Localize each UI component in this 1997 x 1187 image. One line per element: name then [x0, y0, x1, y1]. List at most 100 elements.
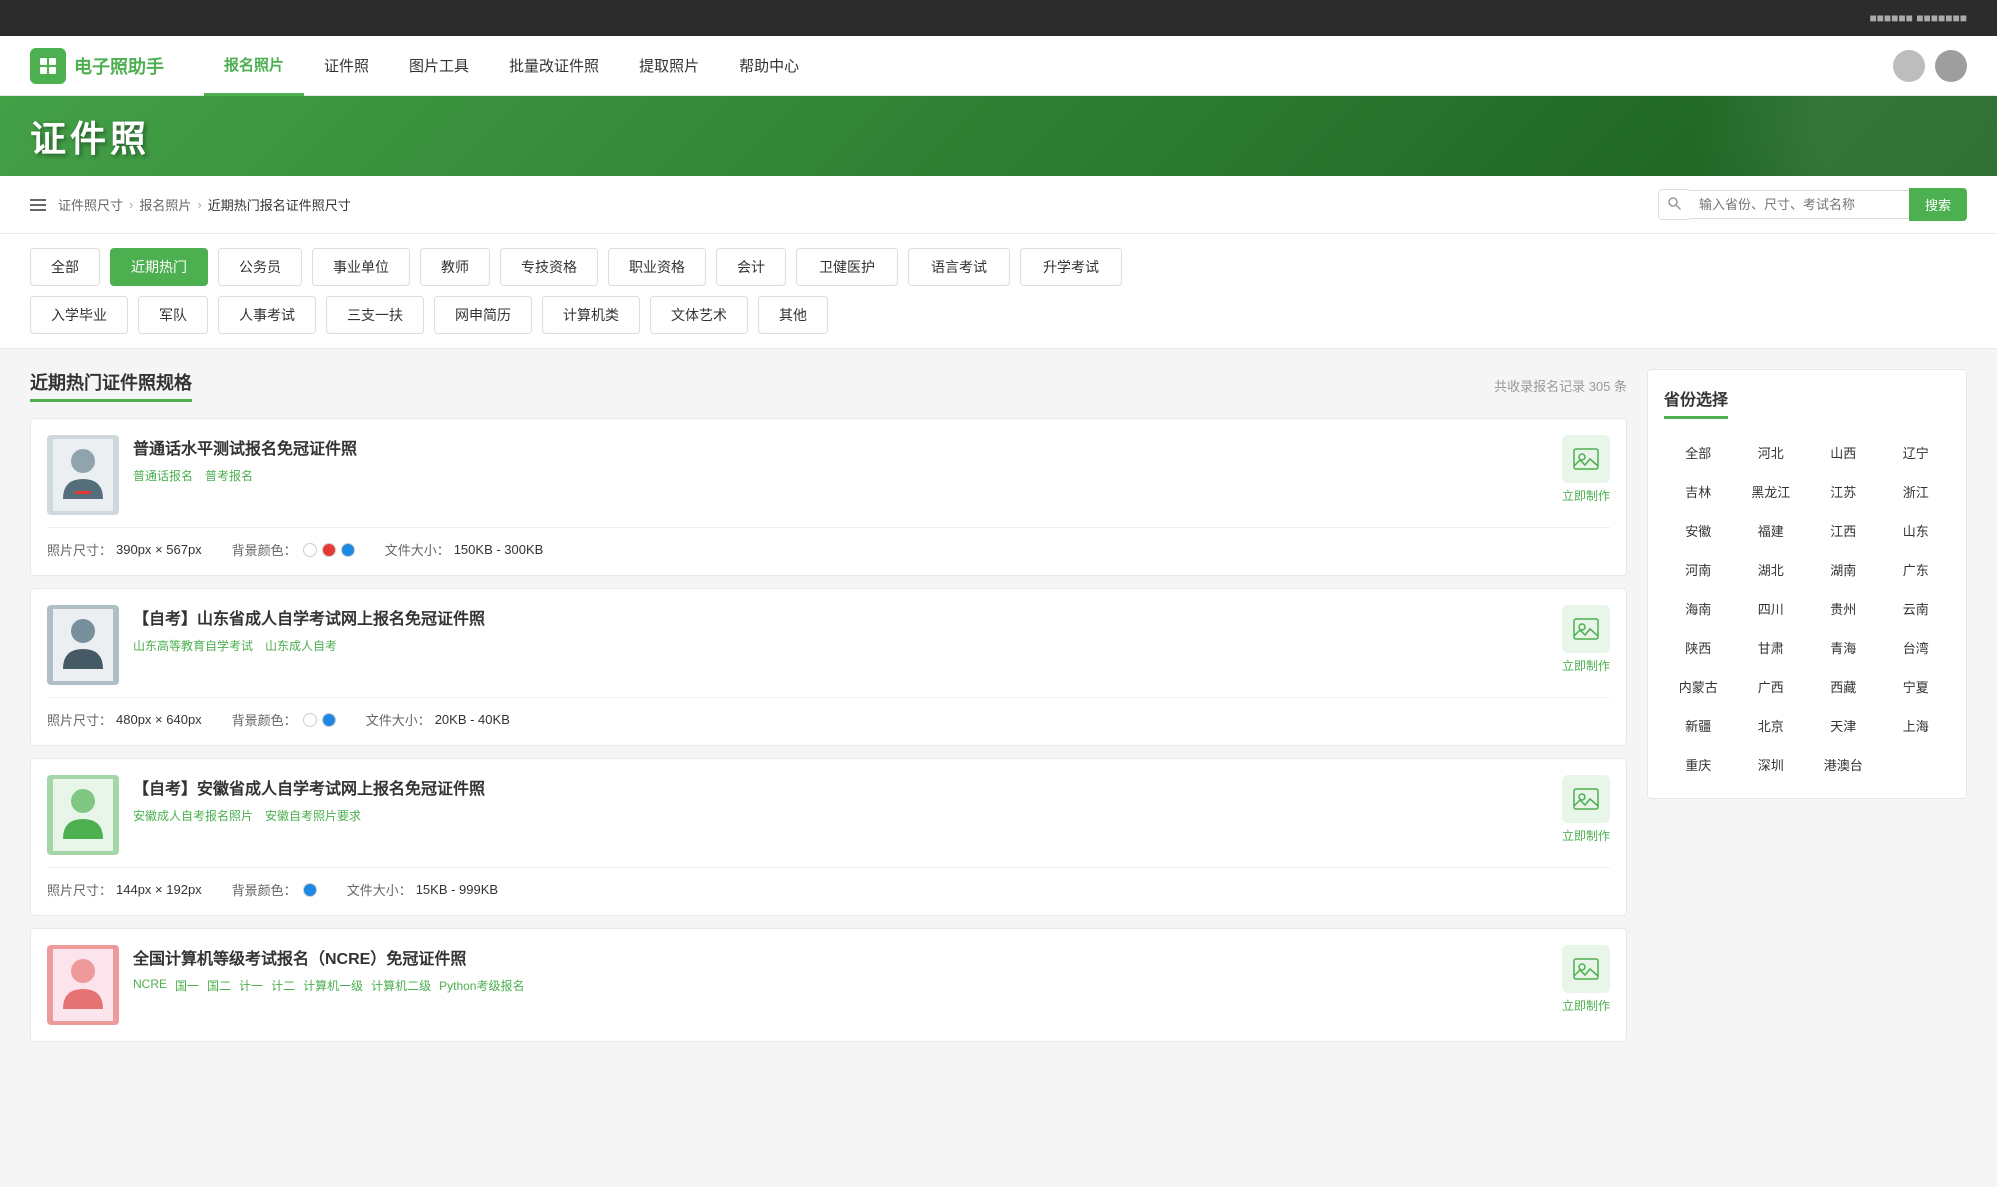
nav-item-zhengjianzhaopian[interactable]: 证件照 [304, 36, 389, 96]
province-grid: 全部 河北 山西 辽宁 吉林 黑龙江 江苏 浙江 安徽 福建 江西 山东 河南 … [1664, 435, 1950, 782]
cat-btn-arts[interactable]: 文体艺术 [650, 296, 748, 334]
province-heilongjiang[interactable]: 黑龙江 [1737, 474, 1806, 509]
province-anhui[interactable]: 安徽 [1664, 513, 1733, 548]
province-chongqing[interactable]: 重庆 [1664, 747, 1733, 782]
card-tag-4-5[interactable]: 计算机一级 [303, 977, 363, 994]
cat-btn-civil[interactable]: 公务员 [218, 248, 302, 286]
cat-btn-sanzhi[interactable]: 三支一扶 [326, 296, 424, 334]
province-qinghai[interactable]: 青海 [1809, 630, 1878, 665]
province-guangdong[interactable]: 广东 [1882, 552, 1951, 587]
card-action-4[interactable]: 立即制作 [1562, 945, 1610, 1014]
nav-item-piliang[interactable]: 批量改证件照 [489, 36, 619, 96]
cat-btn-promotion[interactable]: 升学考试 [1020, 248, 1122, 286]
cat-btn-all[interactable]: 全部 [30, 248, 100, 286]
card-top-4: 全国计算机等级考试报名（NCRE）免冠证件照 NCRE 国一 国二 计一 计二 … [47, 945, 1610, 1025]
cat-btn-enrollment[interactable]: 入学毕业 [30, 296, 128, 334]
make-btn-icon-2 [1562, 605, 1610, 653]
card-tag-4-6[interactable]: 计算机二级 [371, 977, 431, 994]
card-title-4[interactable]: 全国计算机等级考试报名（NCRE）免冠证件照 [133, 945, 1548, 969]
thumb-person-3 [53, 779, 113, 851]
province-xinjiang[interactable]: 新疆 [1664, 708, 1733, 743]
main-header: 电子照助手 报名照片 证件照 图片工具 批量改证件照 提取照片 帮助中心 [0, 36, 1997, 96]
cat-btn-teacher[interactable]: 教师 [420, 248, 490, 286]
card-tag-1-0[interactable]: 普通话报名 [133, 467, 193, 484]
province-beijing[interactable]: 北京 [1737, 708, 1806, 743]
nav-item-tupianGongju[interactable]: 图片工具 [389, 36, 489, 96]
card-tag-4-2[interactable]: 国二 [207, 977, 231, 994]
province-shanghai[interactable]: 上海 [1882, 708, 1951, 743]
menu-icon[interactable] [30, 199, 46, 211]
province-xizang[interactable]: 西藏 [1809, 669, 1878, 704]
province-jiangxi[interactable]: 江西 [1809, 513, 1878, 548]
province-gangaotai[interactable]: 港澳台 [1809, 747, 1878, 782]
province-fujian[interactable]: 福建 [1737, 513, 1806, 548]
province-gansu[interactable]: 甘肃 [1737, 630, 1806, 665]
card-tags-4: NCRE 国一 国二 计一 计二 计算机一级 计算机二级 Python考级报名 [133, 977, 1548, 994]
breadcrumb-link-1[interactable]: 证件照尺寸 [58, 195, 123, 214]
province-sichuan[interactable]: 四川 [1737, 591, 1806, 626]
card-title-2[interactable]: 【自考】山东省成人自学考试网上报名免冠证件照 [133, 605, 1548, 629]
province-shenzhen[interactable]: 深圳 [1737, 747, 1806, 782]
cat-btn-medical[interactable]: 卫健医护 [796, 248, 898, 286]
search-button[interactable]: 搜索 [1909, 188, 1967, 221]
province-shandong[interactable]: 山东 [1882, 513, 1951, 548]
province-tianjin[interactable]: 天津 [1809, 708, 1878, 743]
card-action-1[interactable]: 立即制作 [1562, 435, 1610, 504]
province-hebei[interactable]: 河北 [1737, 435, 1806, 470]
search-icon-wrap [1658, 189, 1689, 220]
cat-btn-personnel[interactable]: 人事考试 [218, 296, 316, 334]
card-tag-3-1[interactable]: 安徽自考照片要求 [265, 807, 361, 824]
cat-btn-other[interactable]: 其他 [758, 296, 828, 334]
province-henan[interactable]: 河南 [1664, 552, 1733, 587]
province-jilin[interactable]: 吉林 [1664, 474, 1733, 509]
cat-btn-institution[interactable]: 事业单位 [312, 248, 410, 286]
card-title-3[interactable]: 【自考】安徽省成人自学考试网上报名免冠证件照 [133, 775, 1548, 799]
province-taiwan[interactable]: 台湾 [1882, 630, 1951, 665]
province-yunnan[interactable]: 云南 [1882, 591, 1951, 626]
province-hubei[interactable]: 湖北 [1737, 552, 1806, 587]
search-input[interactable] [1689, 190, 1909, 219]
nav-item-tiqu[interactable]: 提取照片 [619, 36, 719, 96]
province-shanxi[interactable]: 山西 [1809, 435, 1878, 470]
card-tag-2-1[interactable]: 山东成人自考 [265, 637, 337, 654]
province-guizhou[interactable]: 贵州 [1809, 591, 1878, 626]
card-top-2: 【自考】山东省成人自学考试网上报名免冠证件照 山东高等教育自学考试 山东成人自考 [47, 605, 1610, 685]
breadcrumb-link-2[interactable]: 报名照片 [139, 195, 191, 214]
card-meta-3: 照片尺寸： 144px × 192px 背景颜色： 文件大小： 15KB - 9… [47, 880, 1610, 899]
cat-btn-professional[interactable]: 专技资格 [500, 248, 598, 286]
province-hunan[interactable]: 湖南 [1809, 552, 1878, 587]
province-guangxi[interactable]: 广西 [1737, 669, 1806, 704]
card-thumb-2 [47, 605, 119, 685]
province-ningxia[interactable]: 宁夏 [1882, 669, 1951, 704]
cat-btn-recent-hot[interactable]: 近期热门 [110, 248, 208, 286]
card-tag-4-3[interactable]: 计一 [239, 977, 263, 994]
card-tag-3-0[interactable]: 安徽成人自考报名照片 [133, 807, 253, 824]
province-all[interactable]: 全部 [1664, 435, 1733, 470]
province-neimenggu[interactable]: 内蒙古 [1664, 669, 1733, 704]
cat-btn-resume[interactable]: 网申简历 [434, 296, 532, 334]
card-action-2[interactable]: 立即制作 [1562, 605, 1610, 674]
province-shaanxi[interactable]: 陕西 [1664, 630, 1733, 665]
province-hainan[interactable]: 海南 [1664, 591, 1733, 626]
cat-btn-accounting[interactable]: 会计 [716, 248, 786, 286]
card-tag-1-1[interactable]: 普考报名 [205, 467, 253, 484]
province-jiangsu[interactable]: 江苏 [1809, 474, 1878, 509]
card-title-1[interactable]: 普通话水平测试报名免冠证件照 [133, 435, 1548, 459]
province-liaoning[interactable]: 辽宁 [1882, 435, 1951, 470]
card-tag-4-1[interactable]: 国一 [175, 977, 199, 994]
cat-btn-computer[interactable]: 计算机类 [542, 296, 640, 334]
nav-item-baomingzhaopian[interactable]: 报名照片 [204, 36, 304, 96]
province-zhejiang[interactable]: 浙江 [1882, 474, 1951, 509]
card-thumb-4 [47, 945, 119, 1025]
card-tag-4-0[interactable]: NCRE [133, 977, 167, 994]
main-nav: 报名照片 证件照 图片工具 批量改证件照 提取照片 帮助中心 [204, 36, 1893, 96]
card-info-3: 【自考】安徽省成人自学考试网上报名免冠证件照 安徽成人自考报名照片 安徽自考照片… [133, 775, 1548, 824]
cat-btn-military[interactable]: 军队 [138, 296, 208, 334]
card-tag-4-4[interactable]: 计二 [271, 977, 295, 994]
card-tag-4-7[interactable]: Python考级报名 [439, 977, 524, 994]
cat-btn-language[interactable]: 语言考试 [908, 248, 1010, 286]
card-tag-2-0[interactable]: 山东高等教育自学考试 [133, 637, 253, 654]
nav-item-bangzhu[interactable]: 帮助中心 [719, 36, 819, 96]
card-action-3[interactable]: 立即制作 [1562, 775, 1610, 844]
cat-btn-vocational[interactable]: 职业资格 [608, 248, 706, 286]
